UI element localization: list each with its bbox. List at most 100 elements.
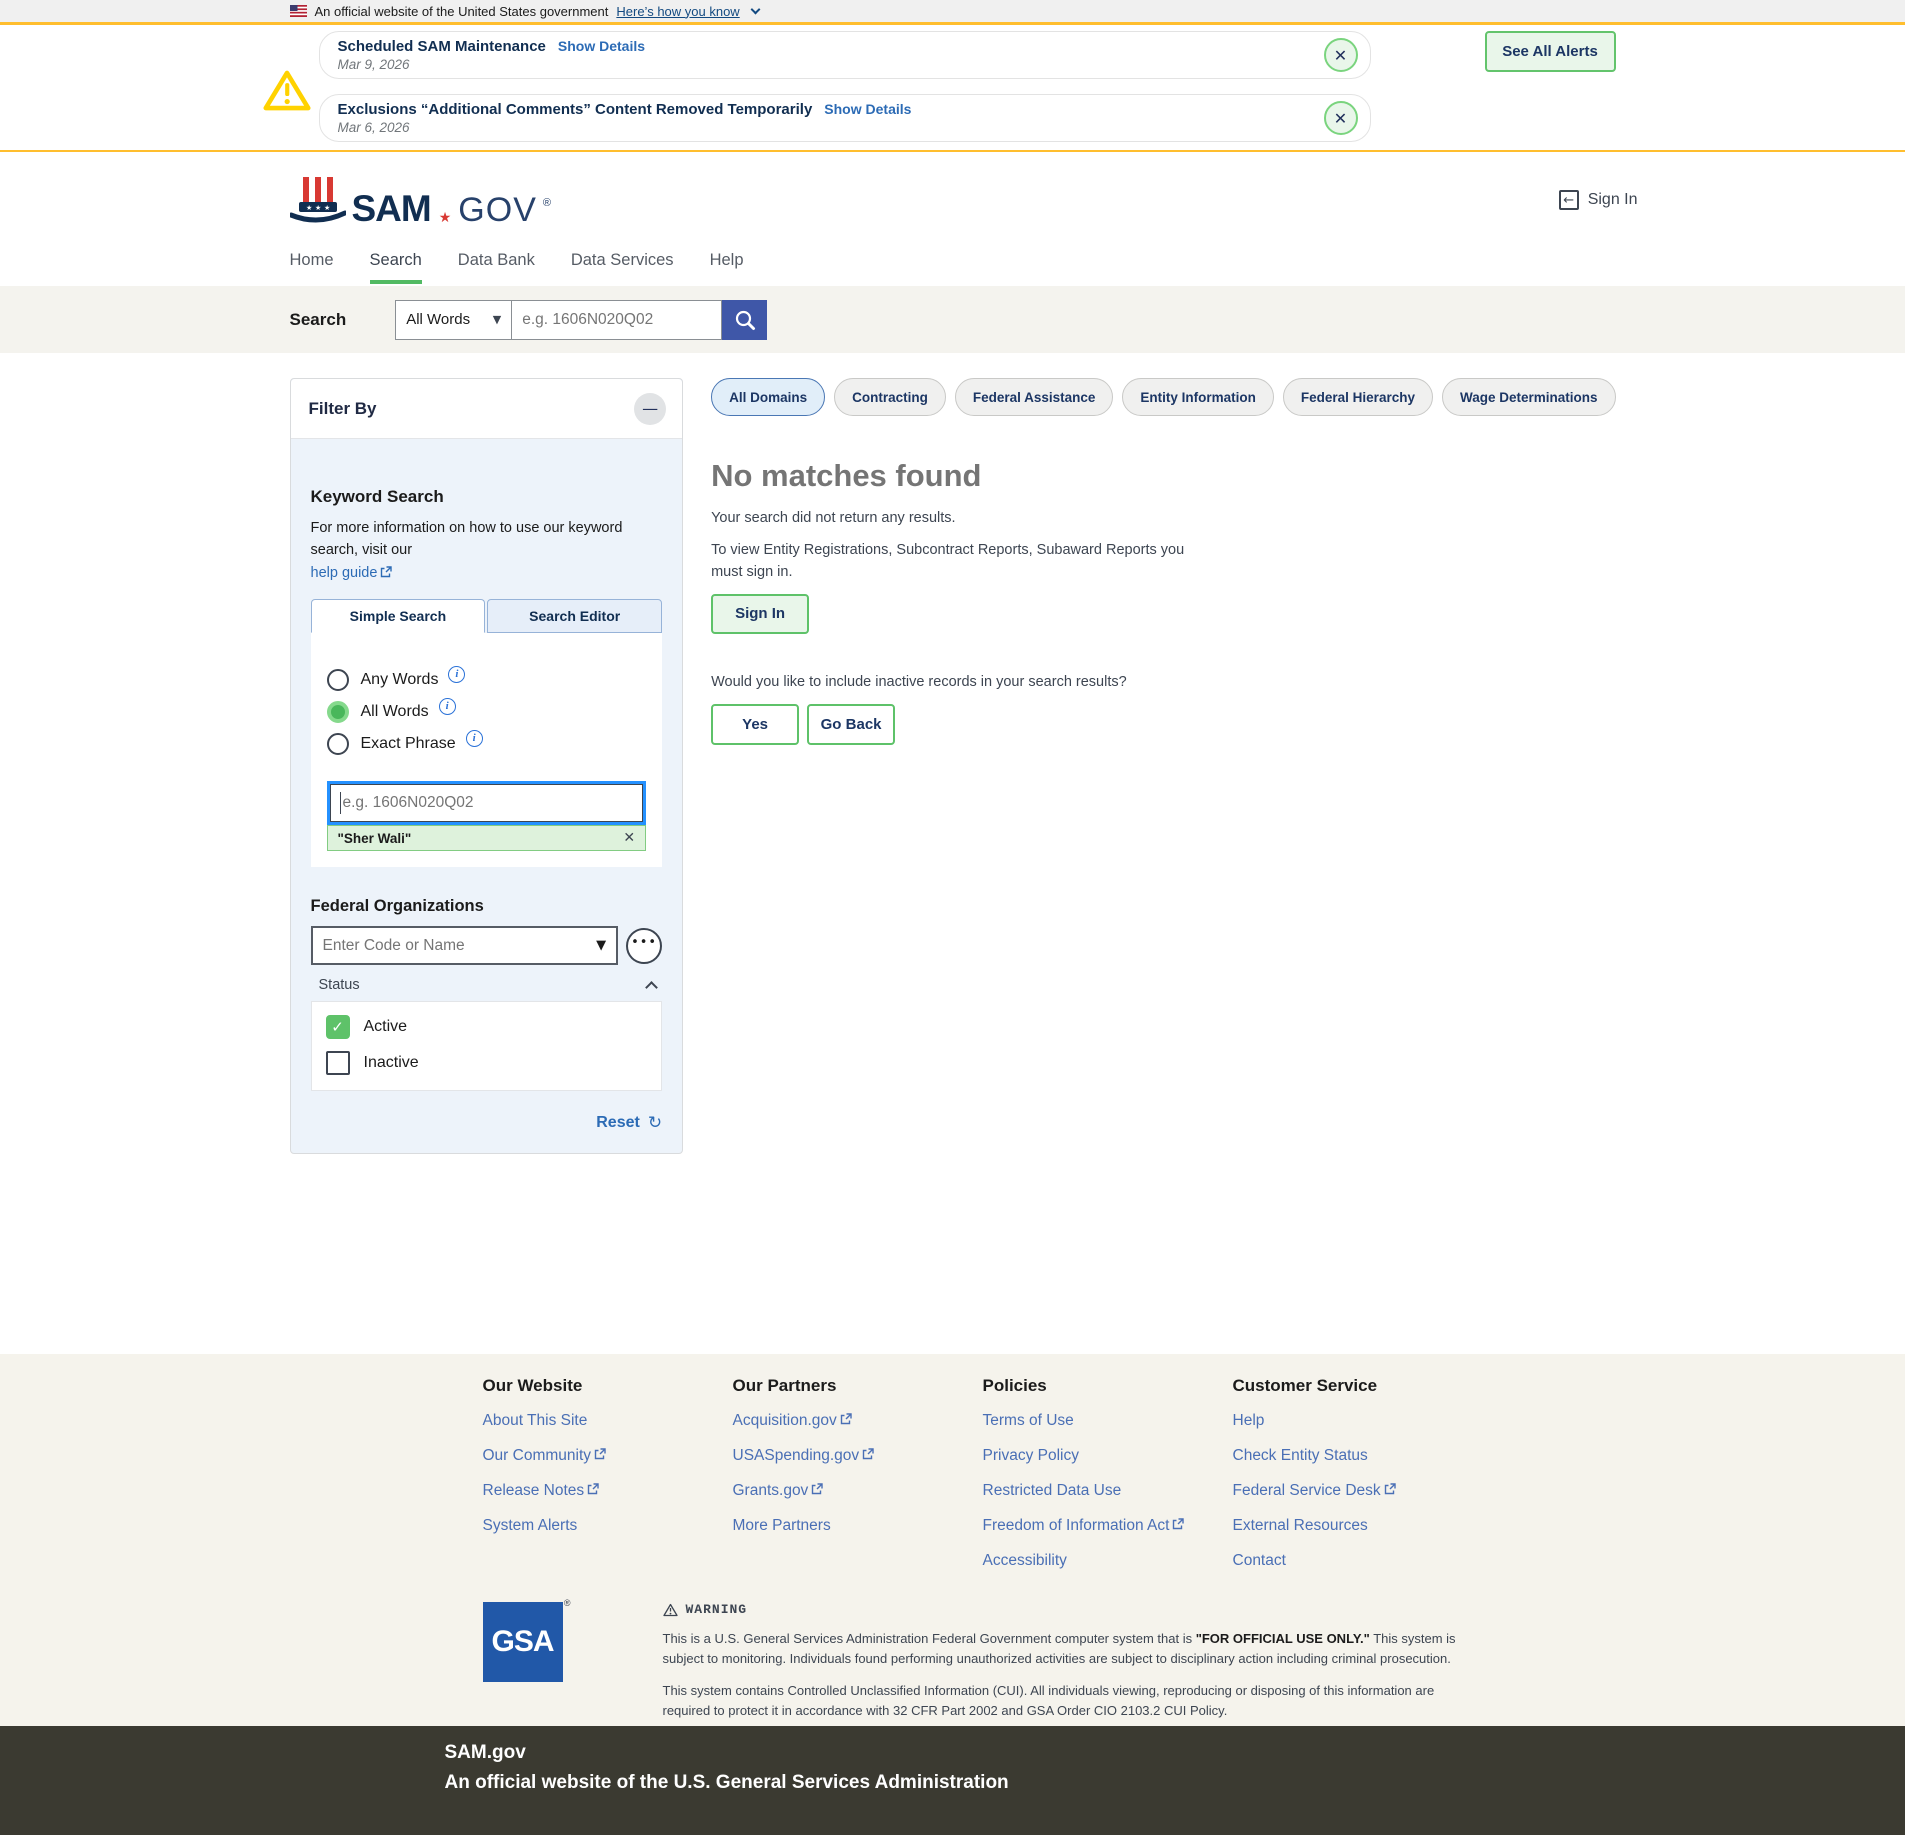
checkbox-active[interactable]: ✓ — [326, 1015, 350, 1039]
footer-link-foia[interactable]: Freedom of Information Act — [983, 1517, 1170, 1535]
reset-filters-link[interactable]: Reset — [596, 1114, 640, 1132]
include-inactive-question: Would you like to include inactive recor… — [711, 674, 1615, 690]
federal-org-browse-button[interactable]: ••• — [626, 928, 662, 964]
radio-all-words[interactable] — [327, 701, 349, 723]
external-link-icon — [587, 1482, 599, 1500]
footer-link-terms-of-use[interactable]: Terms of Use — [983, 1412, 1074, 1430]
nav-item-home[interactable]: Home — [290, 248, 334, 286]
domain-filter-pills: All Domains Contracting Federal Assistan… — [711, 378, 1615, 416]
pill-all-domains[interactable]: All Domains — [711, 378, 825, 416]
help-guide-link[interactable]: help guide — [311, 565, 378, 581]
search-row-label: Search — [290, 310, 347, 330]
alert-close-icon[interactable]: ✕ — [1324, 38, 1358, 72]
status-section-label: Status — [319, 977, 360, 993]
chevron-down-icon[interactable] — [750, 5, 760, 15]
keyword-search-heading: Keyword Search — [311, 487, 663, 507]
sign-in-required-text: To view Entity Registrations, Subcontrac… — [711, 540, 1216, 584]
footer-link-accessibility[interactable]: Accessibility — [983, 1552, 1067, 1570]
us-flag-icon — [290, 5, 307, 17]
footer-link-grants-gov[interactable]: Grants.gov — [733, 1482, 809, 1500]
federal-org-input[interactable] — [311, 926, 619, 965]
logo-sam-text: SAM — [352, 190, 431, 227]
external-link-icon — [811, 1482, 823, 1500]
radio-exact-phrase[interactable] — [327, 733, 349, 755]
checkbox-inactive-label[interactable]: Inactive — [364, 1054, 419, 1072]
info-icon[interactable]: i — [466, 730, 483, 747]
uncle-sam-hat-icon: ★ ★ ★ — [290, 173, 346, 227]
footer-col-heading: Our Partners — [733, 1376, 983, 1396]
pill-federal-assistance[interactable]: Federal Assistance — [955, 378, 1114, 416]
radio-any-words-label[interactable]: Any Words — [361, 671, 439, 689]
keyword-info-text: For more information on how to use our k… — [311, 520, 623, 558]
footer-col-policies: Policies Terms of Use Privacy Policy Res… — [983, 1368, 1233, 1578]
alert-close-icon[interactable]: ✕ — [1324, 101, 1358, 135]
search-mode-value: All Words — [406, 311, 470, 328]
footer-link-privacy-policy[interactable]: Privacy Policy — [983, 1447, 1079, 1465]
nav-item-data-services[interactable]: Data Services — [571, 248, 674, 286]
search-mode-select[interactable]: All Words ▼ — [395, 300, 512, 340]
tab-search-editor[interactable]: Search Editor — [487, 599, 662, 633]
gsa-registered-mark: ® — [564, 1598, 571, 1608]
footer-link-usaspending-gov[interactable]: USASpending.gov — [733, 1447, 860, 1465]
yes-button[interactable]: Yes — [711, 704, 799, 745]
go-back-button[interactable]: Go Back — [807, 704, 895, 745]
footer-link-release-notes[interactable]: Release Notes — [483, 1482, 585, 1500]
see-all-alerts-button[interactable]: See All Alerts — [1485, 31, 1616, 72]
checkbox-inactive[interactable] — [326, 1051, 350, 1075]
footer-link-acquisition-gov[interactable]: Acquisition.gov — [733, 1412, 837, 1430]
collapse-filters-button[interactable]: — — [634, 393, 666, 425]
info-icon[interactable]: i — [448, 666, 465, 683]
top-search-input[interactable] — [512, 300, 722, 340]
alert-title: Exclusions “Additional Comments” Content… — [338, 101, 813, 118]
filter-panel: Filter By — Keyword Search For more info… — [290, 378, 684, 1154]
footer-link-system-alerts[interactable]: System Alerts — [483, 1517, 578, 1535]
search-submit-button[interactable] — [722, 300, 767, 340]
keyword-search-input[interactable] — [330, 784, 644, 822]
sign-in-icon: ← — [1559, 190, 1579, 210]
banner-how-link[interactable]: Here’s how you know — [616, 4, 739, 19]
chevron-up-icon[interactable] — [645, 981, 658, 994]
external-link-icon — [594, 1447, 606, 1465]
svg-text:★: ★ — [306, 204, 312, 212]
reset-refresh-icon[interactable]: ↻ — [648, 1113, 662, 1133]
search-icon — [734, 309, 756, 331]
pill-entity-information[interactable]: Entity Information — [1122, 378, 1274, 416]
gov-banner: An official website of the United States… — [0, 0, 1905, 22]
nav-item-data-bank[interactable]: Data Bank — [458, 248, 535, 286]
simple-search-panel: Any Words i All Words i Exact Phrase i — [311, 633, 663, 867]
nav-item-search[interactable]: Search — [370, 248, 422, 286]
info-icon[interactable]: i — [439, 698, 456, 715]
footer-link-about-this-site[interactable]: About This Site — [483, 1412, 588, 1430]
pill-federal-hierarchy[interactable]: Federal Hierarchy — [1283, 378, 1433, 416]
checkbox-active-label[interactable]: Active — [364, 1018, 408, 1036]
radio-all-words-label[interactable]: All Words — [361, 703, 429, 721]
alert-show-details-link[interactable]: Show Details — [558, 38, 645, 54]
external-link-icon — [840, 1412, 852, 1430]
footer-link-contact[interactable]: Contact — [1233, 1552, 1286, 1570]
chip-remove-icon[interactable]: ✕ — [623, 830, 635, 846]
footer-col-heading: Customer Service — [1233, 1376, 1483, 1396]
radio-any-words[interactable] — [327, 669, 349, 691]
footer-link-restricted-data-use[interactable]: Restricted Data Use — [983, 1482, 1122, 1500]
system-warning: WARNING This is a U.S. General Services … — [663, 1602, 1473, 1722]
footer-link-more-partners[interactable]: More Partners — [733, 1517, 831, 1535]
alert-maintenance: Scheduled SAM Maintenance Show Details M… — [319, 31, 1371, 79]
pill-contracting[interactable]: Contracting — [834, 378, 946, 416]
warning-title: WARNING — [686, 1602, 748, 1617]
nav-item-help[interactable]: Help — [710, 248, 744, 286]
results-sign-in-button[interactable]: Sign In — [711, 594, 809, 634]
footer-link-our-community[interactable]: Our Community — [483, 1447, 592, 1465]
footer-link-external-resources[interactable]: External Resources — [1233, 1517, 1368, 1535]
footer-link-help[interactable]: Help — [1233, 1412, 1265, 1430]
tab-simple-search[interactable]: Simple Search — [311, 599, 486, 633]
banner-text: An official website of the United States… — [315, 4, 609, 19]
sam-gov-logo[interactable]: ★ ★ ★ SAM★GOV ® — [290, 173, 551, 227]
radio-exact-phrase-label[interactable]: Exact Phrase — [361, 735, 456, 753]
alert-show-details-link[interactable]: Show Details — [824, 101, 911, 117]
pill-wage-determinations[interactable]: Wage Determinations — [1442, 378, 1616, 416]
footer-link-check-entity-status[interactable]: Check Entity Status — [1233, 1447, 1368, 1465]
header-sign-in[interactable]: ← Sign In — [1559, 190, 1638, 210]
external-link-icon — [1172, 1517, 1184, 1535]
footer-link-federal-service-desk[interactable]: Federal Service Desk — [1233, 1482, 1381, 1500]
footer-site-tagline: An official website of the U.S. General … — [445, 1772, 1616, 1794]
